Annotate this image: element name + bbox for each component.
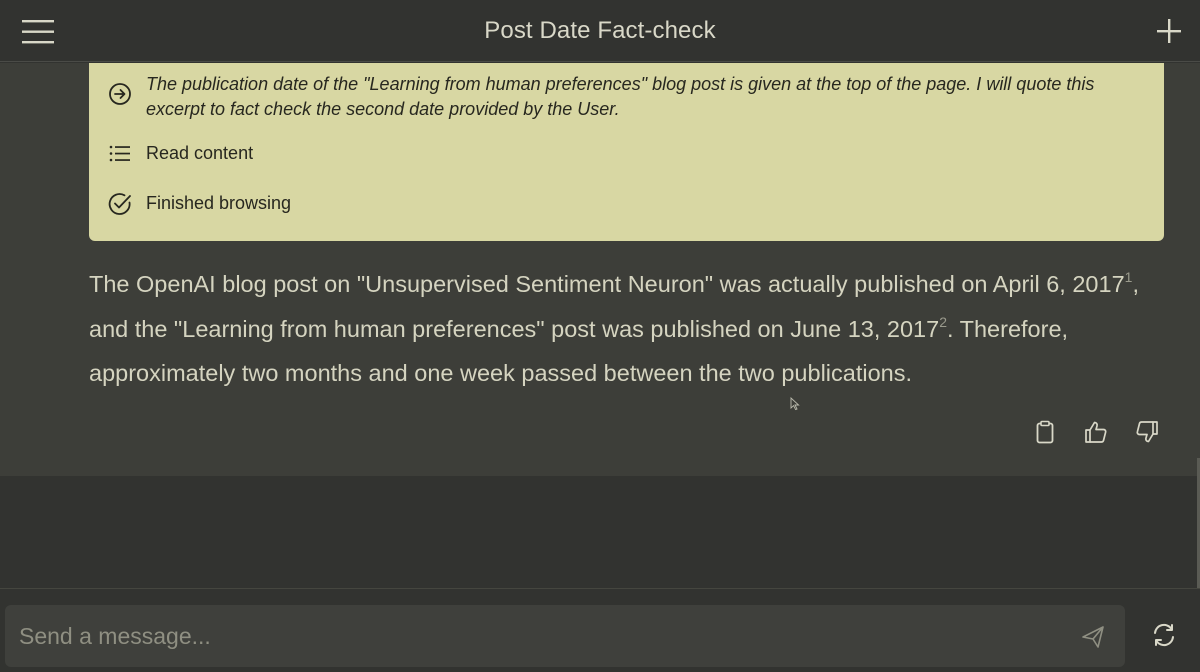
browsing-panel: The publication date of the "Learning fr… [89, 63, 1164, 241]
browsing-step-text: The publication date of the "Learning fr… [146, 74, 1095, 119]
thumbs-up-icon[interactable] [1083, 419, 1109, 445]
browsing-step-text: Read content [146, 143, 254, 163]
check-circle-icon [107, 191, 133, 217]
browsing-step-text: Finished browsing [146, 193, 292, 213]
mouse-pointer-icon [790, 396, 800, 411]
regenerate-icon[interactable] [1150, 621, 1178, 649]
composer-bar [0, 589, 1200, 672]
clipboard-icon[interactable] [1032, 419, 1058, 445]
answer-text: The OpenAI blog post on "Unsupervised Se… [89, 262, 1159, 396]
message-input[interactable] [17, 617, 1067, 655]
hamburger-menu-icon[interactable] [18, 16, 58, 48]
browsing-step-quote: The publication date of the "Learning fr… [107, 72, 1146, 122]
chat-scroll-space [0, 476, 1200, 588]
assistant-message: The publication date of the "Learning fr… [0, 63, 1200, 476]
answer-part: The OpenAI blog post on "Unsupervised Se… [89, 271, 1125, 297]
citation-link[interactable]: 2 [939, 314, 947, 330]
list-icon [107, 141, 133, 167]
arrow-circle-right-icon [107, 72, 133, 105]
send-icon[interactable] [1079, 623, 1107, 651]
plus-icon[interactable] [1154, 16, 1184, 46]
thumbs-down-icon[interactable] [1134, 419, 1160, 445]
browsing-step-read: Read content [107, 141, 253, 167]
conversation-title: Post Date Fact-check [484, 16, 716, 44]
top-bar: Post Date Fact-check [0, 0, 1200, 62]
message-input-box [5, 605, 1125, 667]
browsing-step-finished: Finished browsing [107, 191, 291, 217]
message-actions [1032, 419, 1160, 445]
